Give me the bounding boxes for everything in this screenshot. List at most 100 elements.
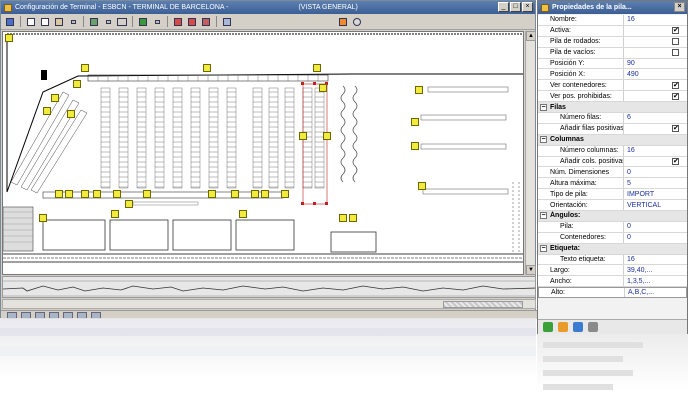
property-row-numero-filas[interactable]: Número filas: 6 (538, 113, 687, 124)
properties-title-bar[interactable]: Propiedades de la pila... × (538, 1, 687, 14)
container-stack[interactable] (190, 87, 201, 189)
stack-label[interactable] (411, 142, 419, 150)
scroll-up-arrow[interactable]: ▲ (526, 31, 536, 41)
save-icon[interactable] (4, 16, 16, 28)
horizontal-scroll-thumb[interactable] (443, 301, 523, 308)
collapse-toggle-icon[interactable]: − (540, 245, 547, 253)
property-row-num-dimensiones[interactable]: Núm. Dimensiones 0 (538, 167, 687, 179)
stack-label[interactable] (299, 132, 307, 140)
collapse-toggle-icon[interactable]: − (540, 212, 547, 220)
property-value[interactable]: 0 (624, 167, 687, 177)
container-stack[interactable] (226, 87, 237, 189)
container-stack[interactable] (100, 87, 111, 189)
property-value[interactable]: 16 (624, 146, 687, 156)
dropdown-icon[interactable] (67, 16, 79, 28)
property-value[interactable]: 6 (624, 113, 687, 123)
checkmark-icon[interactable]: ✔ (672, 92, 679, 100)
category-angulos[interactable]: − Ángulos: (538, 211, 687, 222)
property-checkbox[interactable]: ✔ (624, 157, 687, 167)
stack-label[interactable] (349, 214, 357, 222)
property-value[interactable]: 0 (624, 222, 687, 232)
terminal-overview-minimap[interactable] (2, 276, 536, 298)
stack-label[interactable] (251, 190, 259, 198)
stack-label[interactable] (113, 190, 121, 198)
property-row-pila-de-vacios[interactable]: Pila de vacíos: (538, 47, 687, 59)
empty-checkbox-icon[interactable] (672, 49, 679, 57)
stack-label[interactable] (65, 190, 73, 198)
horizontal-scrollbar[interactable] (2, 299, 536, 309)
stack-label[interactable] (81, 190, 89, 198)
stack-label[interactable] (5, 34, 13, 42)
stack-label[interactable] (51, 94, 59, 102)
property-row-tipo-de-pila[interactable]: Tipo de pila: IMPORT (538, 189, 687, 201)
list-icon[interactable] (88, 16, 100, 28)
container-stack[interactable] (268, 87, 279, 189)
collapse-toggle-icon[interactable]: − (540, 103, 547, 111)
stack-label[interactable] (261, 190, 269, 198)
checkmark-icon[interactable]: ✔ (672, 125, 679, 133)
color-icon[interactable] (137, 16, 149, 28)
property-row-alto[interactable]: Alto: A,B,C,... (538, 287, 687, 299)
property-checkbox[interactable] (624, 48, 687, 58)
stack-label[interactable] (73, 80, 81, 88)
property-row-nombre[interactable]: Nombre: 16 (538, 15, 687, 26)
stack-label[interactable] (125, 200, 133, 208)
grid-icon[interactable] (221, 16, 233, 28)
stack-label[interactable] (319, 84, 327, 92)
property-value[interactable]: 1,3,5,... (624, 276, 687, 286)
help-icon[interactable] (351, 16, 363, 28)
property-row-posicion-y[interactable]: Posición Y: 90 (538, 58, 687, 70)
minimize-button[interactable]: _ (498, 2, 509, 12)
property-row-ancho[interactable]: Ancho: 1,3,5,... (538, 276, 687, 288)
property-value[interactable]: 39,40,... (624, 265, 687, 275)
property-value[interactable]: 90 (624, 59, 687, 69)
property-value[interactable]: 490 (624, 69, 687, 79)
rectangle-icon[interactable] (116, 16, 128, 28)
paste-icon[interactable] (53, 16, 65, 28)
stack-label[interactable] (143, 190, 151, 198)
category-etiqueta[interactable]: − Etiqueta: (538, 243, 687, 255)
stack-label[interactable] (418, 182, 426, 190)
property-value[interactable]: 5 (624, 178, 687, 188)
main-title-bar[interactable]: Configuración de Terminal - ESBCN - TERM… (1, 1, 535, 14)
stack-label[interactable] (203, 64, 211, 72)
accept-icon[interactable] (543, 322, 553, 332)
stack-label[interactable] (67, 110, 75, 118)
new-icon[interactable] (25, 16, 37, 28)
stack-label[interactable] (43, 107, 51, 115)
property-row-texto-etiqueta[interactable]: Texto etiqueta: 16 (538, 254, 687, 266)
property-row-contenedores[interactable]: Contenedores: 0 (538, 232, 687, 244)
stack-label[interactable] (415, 86, 423, 94)
terminal-map-canvas[interactable] (2, 31, 524, 275)
property-row-anadir-filas-positivas[interactable]: Añadir filas positivas: ✔ (538, 123, 687, 135)
properties-close-button[interactable]: × (674, 2, 685, 12)
stack-label[interactable] (39, 214, 47, 222)
stack-label[interactable] (313, 64, 321, 72)
stack-label[interactable] (281, 190, 289, 198)
property-row-posicion-x[interactable]: Posición X: 490 (538, 69, 687, 81)
property-value[interactable]: A,B,C,... (625, 288, 686, 297)
stack-label[interactable] (111, 210, 119, 218)
property-value[interactable]: 16 (624, 255, 687, 265)
property-row-orientacion[interactable]: Orientación: VERTICAL (538, 200, 687, 212)
property-row-ver-pos-prohibidas[interactable]: Ver pos. prohibidas: ✔ (538, 91, 687, 103)
property-checkbox[interactable]: ✔ (624, 124, 687, 134)
collapse-toggle-icon[interactable]: − (540, 136, 547, 144)
maximize-button[interactable]: □ (510, 2, 521, 12)
checkmark-icon[interactable]: ✔ (672, 27, 679, 35)
stack-label[interactable] (411, 118, 419, 126)
dropdown-icon[interactable] (151, 16, 163, 28)
container-stack[interactable] (284, 87, 295, 189)
checkmark-icon[interactable]: ✔ (672, 158, 679, 166)
property-row-pila-de-rodados[interactable]: Pila de rodados: (538, 36, 687, 48)
stack-label[interactable] (208, 190, 216, 198)
cancel-icon[interactable] (558, 322, 568, 332)
stack-label[interactable] (55, 190, 63, 198)
container-stack[interactable] (172, 87, 183, 189)
stack-label[interactable] (339, 214, 347, 222)
stack-label[interactable] (239, 210, 247, 218)
container-stack[interactable] (208, 87, 219, 189)
property-value[interactable]: VERTICAL (624, 200, 687, 210)
property-checkbox[interactable] (624, 37, 687, 47)
refresh-icon[interactable] (573, 322, 583, 332)
